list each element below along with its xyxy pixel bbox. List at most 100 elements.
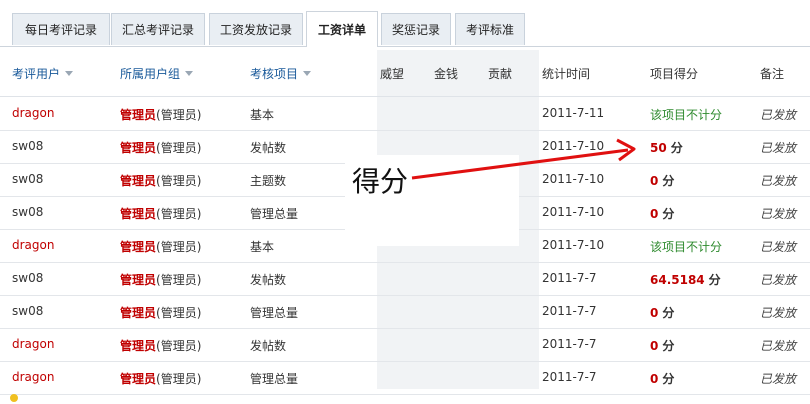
group-sub: (管理员) bbox=[156, 306, 202, 320]
tab-summary-records[interactable]: 汇总考评记录 bbox=[111, 13, 205, 45]
cell-time: 2011-7-10 bbox=[542, 172, 605, 186]
cell-note: 已发放 bbox=[760, 240, 797, 254]
header-prestige: 威望 bbox=[380, 67, 405, 81]
cell-user[interactable]: dragon bbox=[12, 370, 54, 384]
tab-reward-records[interactable]: 奖惩记录 bbox=[381, 13, 451, 45]
group-sub: (管理员) bbox=[156, 372, 202, 386]
sort-icon bbox=[303, 71, 312, 76]
cell-user[interactable]: sw08 bbox=[12, 205, 43, 219]
cell-item: 管理总量 bbox=[250, 306, 299, 320]
group-name[interactable]: 管理员 bbox=[120, 174, 156, 188]
cell-user[interactable]: sw08 bbox=[12, 139, 43, 153]
cell-time: 2011-7-7 bbox=[542, 370, 597, 384]
cell-note: 已发放 bbox=[760, 372, 797, 386]
group-sub: (管理员) bbox=[156, 273, 202, 287]
cell-note: 已发放 bbox=[760, 141, 797, 155]
score-value: 0 bbox=[650, 372, 659, 386]
cell-group: 管理员(管理员) bbox=[120, 139, 201, 156]
cell-note: 已发放 bbox=[760, 339, 797, 353]
cell-score: 0分 bbox=[650, 205, 674, 222]
score-value: 64.5184 bbox=[650, 273, 705, 287]
cell-group: 管理员(管理员) bbox=[120, 271, 201, 288]
cell-user[interactable]: dragon bbox=[12, 106, 54, 120]
cell-score: 0分 bbox=[650, 370, 674, 387]
tab-payroll-records[interactable]: 工资发放记录 bbox=[209, 13, 303, 45]
cell-note: 已发放 bbox=[760, 108, 797, 122]
cell-item: 发帖数 bbox=[250, 141, 287, 155]
header-contribution: 贡献 bbox=[488, 67, 513, 81]
score-not-counted: 该项目不计分 bbox=[650, 240, 723, 254]
group-name[interactable]: 管理员 bbox=[120, 372, 156, 386]
group-sub: (管理员) bbox=[156, 141, 202, 155]
cell-item: 基本 bbox=[250, 240, 275, 254]
cell-user[interactable]: sw08 bbox=[12, 271, 43, 285]
cell-item: 发帖数 bbox=[250, 339, 287, 353]
tab-salary-detail[interactable]: 工资详单 bbox=[306, 11, 378, 47]
score-value: 0 bbox=[650, 174, 659, 188]
table-row: dragon 管理员(管理员) 基本 2011-7-11 该项目不计分 已发放 bbox=[0, 97, 810, 131]
cell-score: 0分 bbox=[650, 337, 674, 354]
header-user[interactable]: 考评用户 bbox=[12, 65, 74, 82]
group-sub: (管理员) bbox=[156, 108, 202, 122]
sort-icon bbox=[65, 71, 74, 76]
cell-note: 已发放 bbox=[760, 273, 797, 287]
score-value: 50 bbox=[650, 141, 667, 155]
cell-item: 管理总量 bbox=[250, 372, 299, 386]
cell-score: 0分 bbox=[650, 172, 674, 189]
cell-user[interactable]: sw08 bbox=[12, 304, 43, 318]
group-sub: (管理员) bbox=[156, 174, 202, 188]
cell-user[interactable]: dragon bbox=[12, 337, 54, 351]
tab-daily-records[interactable]: 每日考评记录 bbox=[12, 13, 110, 45]
cell-time: 2011-7-7 bbox=[542, 337, 597, 351]
score-value: 0 bbox=[650, 207, 659, 221]
cell-time: 2011-7-7 bbox=[542, 271, 597, 285]
table-row: dragon 管理员(管理员) 管理总量 2011-7-7 0 分 已发放 bbox=[0, 361, 810, 395]
cell-note: 已发放 bbox=[760, 306, 797, 320]
group-sub: (管理员) bbox=[156, 339, 202, 353]
cell-group: 管理员(管理员) bbox=[120, 370, 201, 387]
group-name[interactable]: 管理员 bbox=[120, 306, 156, 320]
score-unit: 分 bbox=[662, 207, 675, 221]
tab-evaluation-standard[interactable]: 考评标准 bbox=[455, 13, 525, 45]
cell-time: 2011-7-10 bbox=[542, 139, 605, 153]
group-name[interactable]: 管理员 bbox=[120, 339, 156, 353]
cell-group: 管理员(管理员) bbox=[120, 238, 201, 255]
cell-score: 50 分 bbox=[650, 139, 683, 156]
footer-note bbox=[10, 391, 24, 404]
score-unit: 分 bbox=[708, 273, 721, 287]
group-sub: (管理员) bbox=[156, 207, 202, 221]
tab-bar: 每日考评记录 汇总考评记录 工资发放记录 工资详单 奖惩记录 考评标准 bbox=[0, 0, 810, 47]
header-score: 项目得分 bbox=[650, 67, 699, 81]
cell-item: 管理总量 bbox=[250, 207, 299, 221]
cell-group: 管理员(管理员) bbox=[120, 205, 201, 222]
header-group[interactable]: 所属用户组 bbox=[120, 65, 194, 82]
score-value: 0 bbox=[650, 339, 659, 353]
cell-group: 管理员(管理员) bbox=[120, 304, 201, 321]
group-name[interactable]: 管理员 bbox=[120, 141, 156, 155]
table-row: sw08 管理员(管理员) 管理总量 2011-7-7 0 分 已发放 bbox=[0, 295, 810, 329]
score-unit: 分 bbox=[662, 174, 675, 188]
table-row: dragon 管理员(管理员) 发帖数 2011-7-7 0 分 已发放 bbox=[0, 328, 810, 362]
score-unit: 分 bbox=[662, 306, 675, 320]
group-name[interactable]: 管理员 bbox=[120, 240, 156, 254]
group-name[interactable]: 管理员 bbox=[120, 273, 156, 287]
cell-time: 2011-7-11 bbox=[542, 106, 605, 120]
score-value: 0 bbox=[650, 306, 659, 320]
group-sub: (管理员) bbox=[156, 240, 202, 254]
group-name[interactable]: 管理员 bbox=[120, 207, 156, 221]
cell-item: 发帖数 bbox=[250, 273, 287, 287]
cell-user[interactable]: dragon bbox=[12, 238, 54, 252]
cell-group: 管理员(管理员) bbox=[120, 337, 201, 354]
annotation-label: 得分 bbox=[352, 165, 409, 198]
sort-icon bbox=[185, 71, 194, 76]
cell-time: 2011-7-7 bbox=[542, 304, 597, 318]
cell-user[interactable]: sw08 bbox=[12, 172, 43, 186]
header-time: 统计时间 bbox=[542, 67, 591, 81]
table-row: sw08 管理员(管理员) 发帖数 2011-7-7 64.5184 分 已发放 bbox=[0, 262, 810, 296]
header-note: 备注 bbox=[760, 67, 785, 81]
group-name[interactable]: 管理员 bbox=[120, 108, 156, 122]
cell-score: 64.5184 分 bbox=[650, 271, 721, 288]
cell-group: 管理员(管理员) bbox=[120, 106, 201, 123]
header-item[interactable]: 考核项目 bbox=[250, 65, 312, 82]
cell-group: 管理员(管理员) bbox=[120, 172, 201, 189]
